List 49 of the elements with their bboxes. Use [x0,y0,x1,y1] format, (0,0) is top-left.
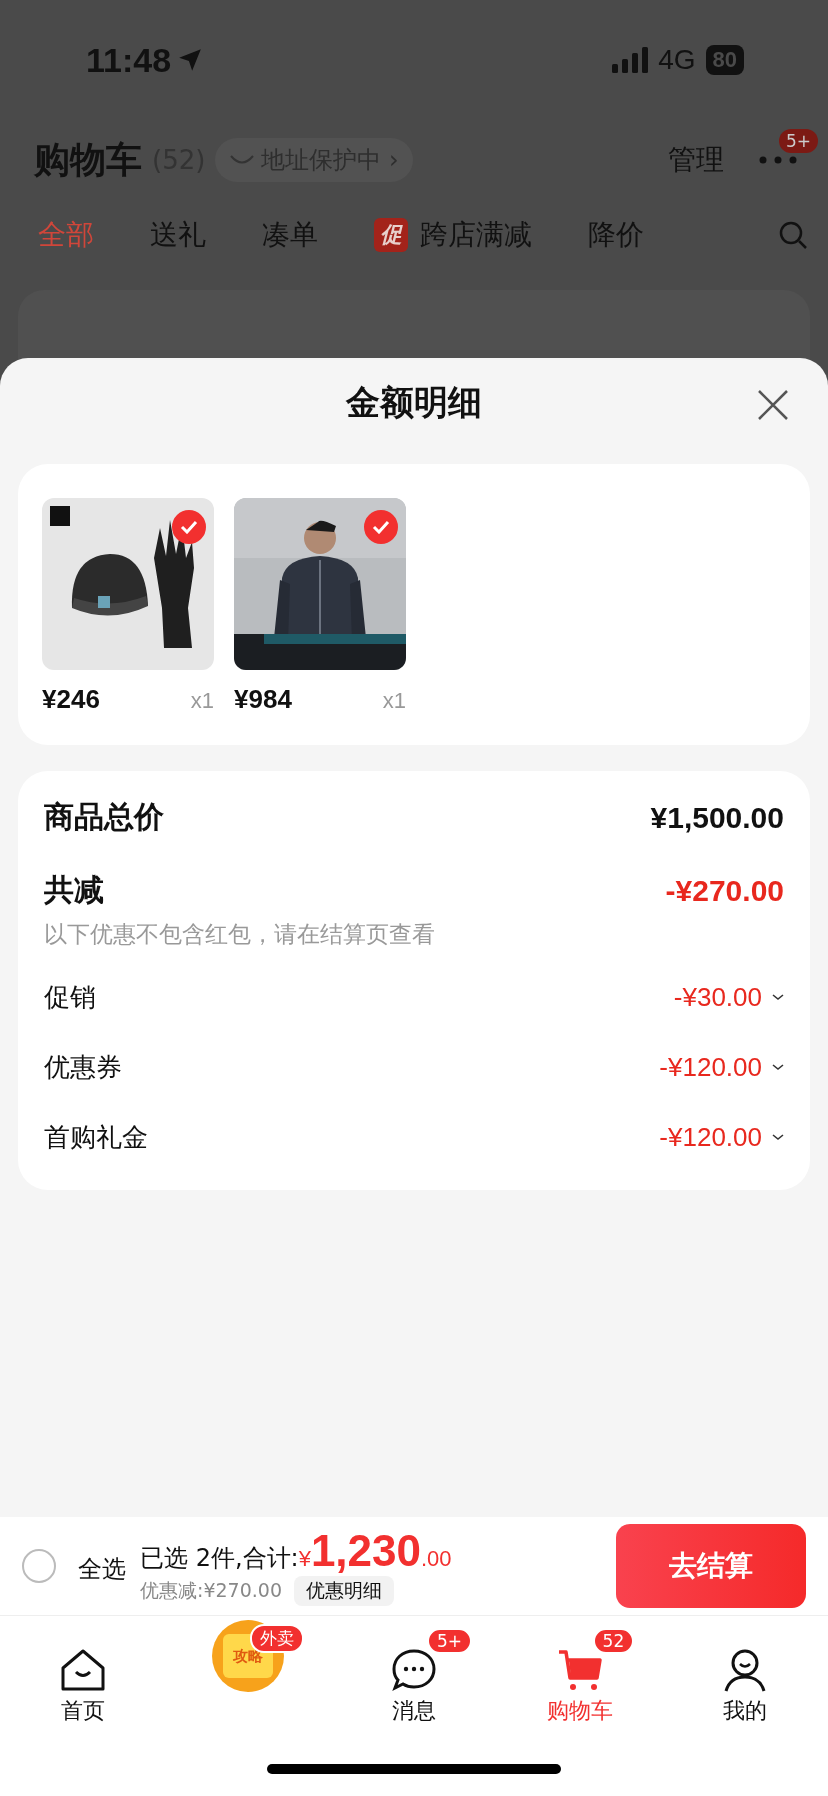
filter-tab[interactable]: 凑单 [262,216,318,254]
item-quantity: x1 [382,688,406,714]
check-icon [372,520,390,534]
chat-icon [391,1648,437,1692]
location-arrow-icon [177,47,204,73]
discount-detail-button[interactable]: 优惠明细 [294,1576,394,1606]
filter-tab[interactable]: 降价 [588,216,644,254]
discount-amount: -¥270.00 [665,873,784,908]
notification-badge: 52 [592,1628,635,1654]
page-title: 购物车 [34,137,142,182]
summary-amount: ¥1,500.00 [650,800,784,835]
checkout-button[interactable]: 去结算 [616,1524,806,1608]
close-icon[interactable] [756,388,790,422]
discount-amount: -¥120.00 [659,1051,762,1083]
nav-tab[interactable]: 我的 [662,1622,828,1796]
sheet-title: 金额明细 [346,381,482,424]
filter-tab[interactable]: 送礼 [150,216,206,254]
select-all-label[interactable]: 全选 [78,1553,126,1585]
item-quantity: x1 [190,688,214,714]
promo-tag: 促 [374,218,408,252]
notification-badge: 5+ [778,129,818,153]
home-icon [59,1648,106,1692]
network-type: 4G [658,44,696,76]
filter-tab[interactable]: 促 跨店满减 [374,216,532,254]
check-icon [180,520,198,534]
select-all-checkbox[interactable] [22,1549,56,1583]
discount-label: 优惠券 [44,1050,123,1084]
status-time: 11:48 [86,40,172,80]
cart-icon [556,1648,603,1692]
chevron-icon[interactable] [772,1133,784,1141]
signal-icon [612,47,649,73]
saving-text: 优惠减:¥270.00 [140,1578,282,1603]
discount-label: 首购礼金 [44,1120,149,1154]
discount-amount: -¥30.00 [673,981,762,1013]
chevron-icon[interactable] [772,993,784,1001]
item-price: ¥246 [42,684,100,715]
battery-level: 80 [705,45,744,75]
notification-badge: 5+ [427,1628,473,1654]
chevron-icon[interactable] [772,1063,784,1071]
summary-label: 商品总价 [44,799,164,835]
discount-amount: -¥120.00 [659,1121,762,1153]
discount-label: 促销 [44,980,97,1014]
manage-button[interactable]: 管理 [668,141,724,179]
discount-note: 以下优惠不包含红包，请在结算页查看 [44,920,436,949]
summary-label: 共减 [44,872,104,908]
item-price: ¥984 [234,684,292,715]
nav-tab[interactable]: 首页 [0,1622,166,1796]
total-amount: ¥1,230.00 [298,1526,452,1576]
selected-summary: 已选 2件,合计: [140,1543,299,1574]
